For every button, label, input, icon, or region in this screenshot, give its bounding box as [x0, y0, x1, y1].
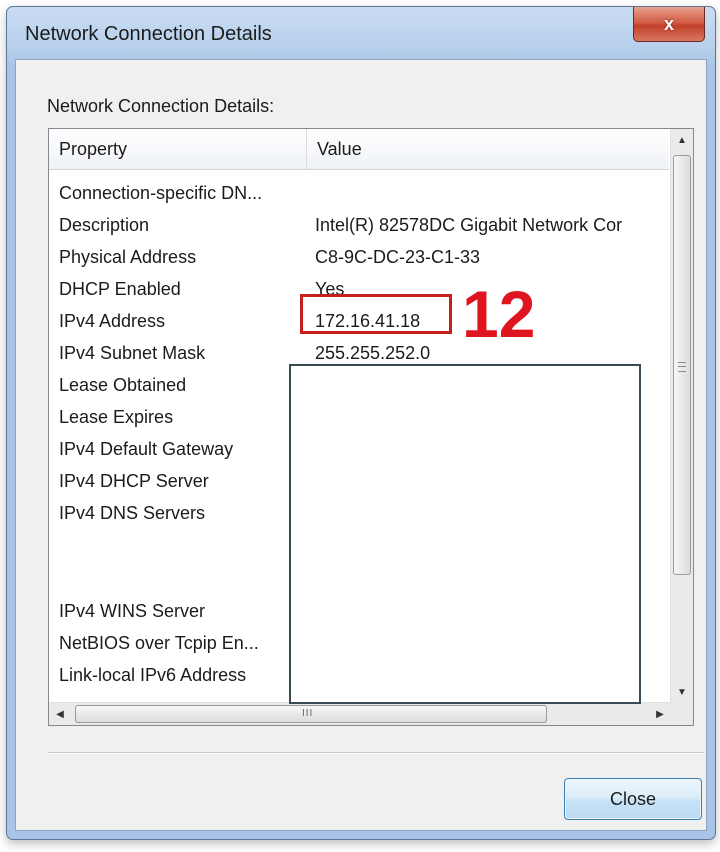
- row-property: NetBIOS over Tcpip En...: [59, 633, 259, 653]
- row-property: IPv4 DNS Servers: [59, 503, 206, 523]
- list-row[interactable]: Description Intel(R) 82578DC Gigabit Netw…: [49, 209, 669, 241]
- grip-icon: [678, 362, 686, 372]
- vertical-scrollbar[interactable]: ▲ ▼: [670, 129, 693, 703]
- row-property: Description: [59, 215, 150, 235]
- scroll-up-button[interactable]: ▲: [671, 129, 693, 151]
- row-property: [59, 561, 299, 593]
- row-property: Link-local IPv6 Address: [59, 665, 247, 685]
- row-property: Connection-specific DN...: [59, 183, 263, 203]
- row-property: IPv4 WINS Server: [59, 601, 206, 621]
- list-row[interactable]: Physical Address C8-9C-DC-23-C1-33: [49, 241, 669, 273]
- annotation-number: 12: [462, 277, 536, 351]
- scroll-left-button[interactable]: ◀: [49, 703, 71, 725]
- list-header: Property Value: [49, 129, 669, 170]
- list-row[interactable]: Connection-specific DN...: [49, 177, 669, 209]
- horizontal-scrollbar[interactable]: ◀ III ▶: [49, 702, 671, 725]
- row-property: IPv4 Default Gateway: [59, 439, 234, 459]
- row-property: Lease Obtained: [59, 375, 187, 395]
- window-title: Network Connection Details: [25, 23, 272, 45]
- row-property: DHCP Enabled: [59, 279, 181, 299]
- grip-icon: III: [302, 708, 314, 719]
- title-bar[interactable]: Network Connection Details x: [7, 7, 715, 59]
- row-property: IPv4 Address: [59, 311, 166, 331]
- redaction-box: [289, 364, 641, 704]
- divider: [48, 752, 704, 754]
- column-header-property[interactable]: Property: [49, 129, 306, 169]
- row-value: [315, 177, 669, 209]
- window-close-button[interactable]: x: [633, 7, 705, 42]
- row-value: Intel(R) 82578DC Gigabit Network Cor: [315, 215, 623, 235]
- ip-highlight-box: [300, 294, 452, 334]
- horizontal-scroll-thumb[interactable]: III: [75, 705, 547, 723]
- close-icon: x: [663, 13, 674, 34]
- scroll-right-button[interactable]: ▶: [649, 703, 671, 725]
- row-property: [59, 529, 299, 561]
- row-property: Physical Address: [59, 247, 197, 267]
- row-value: C8-9C-DC-23-C1-33: [315, 247, 481, 267]
- column-header-value[interactable]: Value: [307, 129, 669, 169]
- close-button[interactable]: Close: [564, 778, 702, 820]
- row-property: IPv4 Subnet Mask: [59, 343, 206, 363]
- scroll-down-button[interactable]: ▼: [671, 681, 693, 703]
- scrollbar-corner: [671, 703, 693, 725]
- row-property: Lease Expires: [59, 407, 174, 427]
- row-property: IPv4 DHCP Server: [59, 471, 209, 491]
- vertical-scroll-thumb[interactable]: [673, 155, 691, 575]
- details-label: Network Connection Details:: [47, 96, 275, 116]
